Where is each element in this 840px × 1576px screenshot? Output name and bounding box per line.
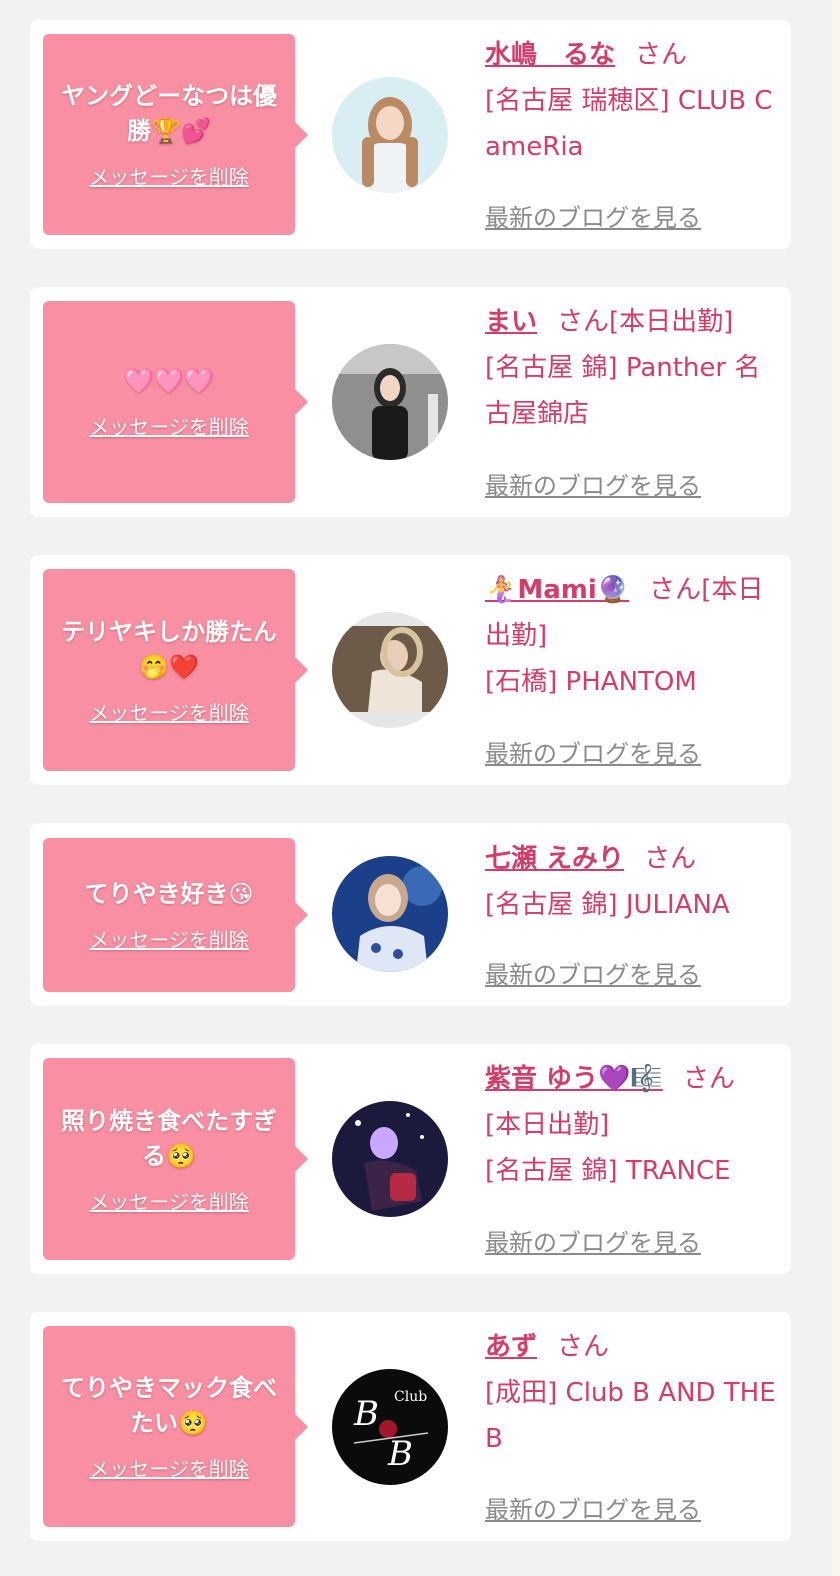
- delete-message-link[interactable]: メッセージを削除: [89, 697, 249, 726]
- svg-text:Club: Club: [394, 1389, 427, 1405]
- cast-info: あず さん [成田] Club B AND THE B: [485, 1324, 780, 1462]
- message-bubble: てりやきマック食べたい🥺 メッセージを削除: [43, 1326, 308, 1527]
- shop-label: [名古屋 錦] TRANCE: [485, 1156, 731, 1186]
- shop-label: [成田] Club B AND THE B: [485, 1378, 776, 1454]
- delete-message-link[interactable]: メッセージを削除: [89, 1186, 249, 1215]
- message-card: 🩷🩷🩷 メッセージを削除 まい さん[本日出勤] [名古屋 錦] Panther …: [30, 287, 791, 517]
- delete-message-link[interactable]: メッセージを削除: [89, 411, 249, 440]
- message-bubble: てりやき好き😘 メッセージを削除: [43, 838, 308, 992]
- cast-name-link[interactable]: あず: [485, 1332, 537, 1362]
- latest-blog-link[interactable]: 最新のブログを見る: [485, 955, 701, 990]
- delete-message-link[interactable]: メッセージを削除: [89, 1453, 249, 1482]
- attendance-status: [本日出勤]: [485, 1110, 610, 1140]
- cast-name-link[interactable]: 七瀬 えみり: [485, 844, 624, 874]
- message-card: てりやき好き😘 メッセージを削除 七瀬 えみり さん [名古屋 錦] JULIAN…: [30, 823, 791, 1006]
- svg-text:B: B: [353, 1394, 379, 1434]
- cast-info: まい さん[本日出勤] [名古屋 錦] Panther 名古屋錦店: [485, 299, 780, 437]
- cast-info: 紫音 ゆう💜🎼 さん [本日出勤] [名古屋 錦] TRANCE: [485, 1056, 780, 1194]
- honorific: さん: [649, 575, 702, 605]
- message-card: てりやきマック食べたい🥺 メッセージを削除 B Club B あず さん [成田]…: [30, 1312, 791, 1541]
- right-edge-strip: [832, 0, 840, 1576]
- honorific: さん: [635, 40, 688, 70]
- message-bubble: 🩷🩷🩷 メッセージを削除: [43, 301, 308, 503]
- latest-blog-link[interactable]: 最新のブログを見る: [485, 1223, 701, 1258]
- attendance-status: [本日出勤]: [609, 307, 734, 337]
- message-card: テリヤキしか勝たん🤭❤️ メッセージを削除 🧜‍♀️Mami🔮 さん[本日出勤] …: [30, 555, 791, 785]
- message-text: てりやきマック食べたい🥺: [61, 1374, 277, 1437]
- delete-message-link[interactable]: メッセージを削除: [89, 924, 249, 953]
- avatar[interactable]: [332, 1101, 448, 1217]
- latest-blog-link[interactable]: 最新のブログを見る: [485, 734, 701, 769]
- message-text: テリヤキしか勝たん🤭❤️: [61, 617, 277, 681]
- cast-name-link[interactable]: まい: [485, 307, 537, 337]
- shop-label: [石橋] PHANTOM: [485, 667, 697, 697]
- message-text: ヤングどーなつは優勝🏆💕: [61, 82, 277, 145]
- svg-text:B: B: [387, 1434, 413, 1474]
- message-bubble: 照り焼き食べたすぎる🥺 メッセージを削除: [43, 1058, 308, 1260]
- message-text: てりやき好き😘: [84, 880, 254, 908]
- cast-info: 🧜‍♀️Mami🔮 さん[本日出勤] [石橋] PHANTOM: [485, 567, 780, 705]
- message-bubble: テリヤキしか勝たん🤭❤️ メッセージを削除: [43, 569, 308, 771]
- cast-name-link[interactable]: 水嶋 るな: [485, 40, 615, 70]
- message-card: 照り焼き食べたすぎる🥺 メッセージを削除 紫音 ゆう💜🎼 さん [本日出勤] [名…: [30, 1044, 791, 1274]
- honorific: さん: [682, 1064, 735, 1094]
- cast-name-link[interactable]: 🧜‍♀️Mami🔮: [485, 575, 629, 605]
- shop-label: [名古屋 錦] JULIANA: [485, 890, 730, 920]
- avatar[interactable]: [332, 77, 448, 193]
- shop-label: [名古屋 瑞穂区] CLUB CameRia: [485, 86, 773, 162]
- honorific: さん: [644, 844, 697, 874]
- delete-message-link[interactable]: メッセージを削除: [89, 161, 249, 190]
- cast-info: 七瀬 えみり さん [名古屋 錦] JULIANA: [485, 836, 780, 928]
- latest-blog-link[interactable]: 最新のブログを見る: [485, 1490, 701, 1525]
- message-card: ヤングどーなつは優勝🏆💕 メッセージを削除 水嶋 るな さん [名古屋 瑞穂区] …: [30, 20, 791, 249]
- honorific: さん: [557, 307, 610, 337]
- avatar[interactable]: [332, 856, 448, 972]
- cast-name-link[interactable]: 紫音 ゆう💜🎼: [485, 1064, 663, 1094]
- message-text: 🩷🩷🩷: [124, 367, 214, 395]
- shop-label: [名古屋 錦] Panther 名古屋錦店: [485, 353, 761, 429]
- message-text: 照り焼き食べたすぎる🥺: [61, 1106, 277, 1170]
- latest-blog-link[interactable]: 最新のブログを見る: [485, 198, 701, 233]
- avatar[interactable]: B Club B: [332, 1369, 448, 1485]
- avatar[interactable]: [332, 612, 448, 728]
- honorific: さん: [557, 1332, 610, 1362]
- cast-info: 水嶋 るな さん [名古屋 瑞穂区] CLUB CameRia: [485, 32, 780, 170]
- latest-blog-link[interactable]: 最新のブログを見る: [485, 466, 701, 501]
- avatar[interactable]: [332, 344, 448, 460]
- message-bubble: ヤングどーなつは優勝🏆💕 メッセージを削除: [43, 34, 308, 235]
